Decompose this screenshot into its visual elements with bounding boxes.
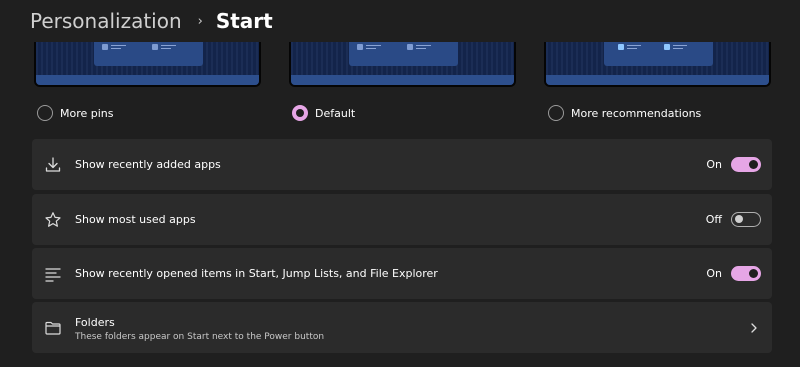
preview-taskbar: [546, 75, 769, 85]
layout-preview-more-recommendations[interactable]: [544, 42, 771, 87]
radio-circle[interactable]: [37, 105, 53, 121]
setting-label: Show most used apps: [75, 213, 196, 226]
radio-label: Default: [315, 106, 356, 120]
preview-taskbar: [36, 75, 259, 85]
breadcrumb-personalization[interactable]: Personalization: [30, 9, 182, 33]
radio-default[interactable]: Default: [292, 104, 355, 122]
preview-item: [407, 44, 431, 50]
list-icon: [45, 267, 61, 282]
toggle-state-text: Off: [705, 213, 722, 226]
recently-added-toggle[interactable]: [731, 157, 761, 172]
setting-label: Show recently added apps: [75, 158, 221, 171]
toggle-state-text: On: [706, 267, 722, 280]
setting-recently-added-apps[interactable]: Show recently added apps On: [32, 139, 772, 190]
star-icon: [45, 211, 61, 227]
layout-preview-default[interactable]: [289, 42, 516, 87]
folders-subtitle: These folders appear on Start next to th…: [75, 332, 325, 342]
setting-folders[interactable]: Folders These folders appear on Start ne…: [32, 302, 772, 353]
layout-preview-more-pins[interactable]: [34, 42, 261, 87]
preview-item: [102, 44, 126, 50]
download-icon: [45, 156, 61, 172]
folders-title: Folders: [75, 316, 115, 329]
setting-most-used-apps[interactable]: Show most used apps Off: [32, 194, 772, 245]
radio-more-pins[interactable]: More pins: [37, 104, 114, 122]
breadcrumb: Personalization › Start: [30, 4, 273, 38]
preview-item: [664, 44, 687, 50]
preview-start-panel: [604, 42, 713, 66]
radio-circle-selected[interactable]: [292, 105, 308, 121]
most-used-toggle[interactable]: [731, 212, 761, 227]
toggle-state-text: On: [706, 158, 722, 171]
setting-label: Show recently opened items in Start, Jum…: [75, 267, 438, 280]
chevron-right-icon[interactable]: [748, 322, 760, 334]
radio-label: More pins: [60, 106, 114, 120]
setting-recently-opened-items[interactable]: Show recently opened items in Start, Jum…: [32, 248, 772, 299]
preview-item: [357, 44, 381, 50]
radio-more-recommendations[interactable]: More recommendations: [548, 104, 701, 122]
preview-item: [618, 44, 641, 50]
folder-icon: [45, 321, 61, 335]
breadcrumb-separator: ›: [197, 13, 203, 29]
preview-item: [152, 44, 176, 50]
preview-start-panel: [349, 42, 458, 66]
folders-text: Folders These folders appear on Start ne…: [75, 316, 324, 342]
page-title: Start: [215, 9, 273, 33]
radio-circle[interactable]: [548, 105, 564, 121]
preview-start-panel: [94, 42, 203, 66]
preview-taskbar: [291, 75, 514, 85]
radio-label: More recommendations: [571, 106, 702, 120]
recently-opened-toggle[interactable]: [731, 266, 761, 281]
